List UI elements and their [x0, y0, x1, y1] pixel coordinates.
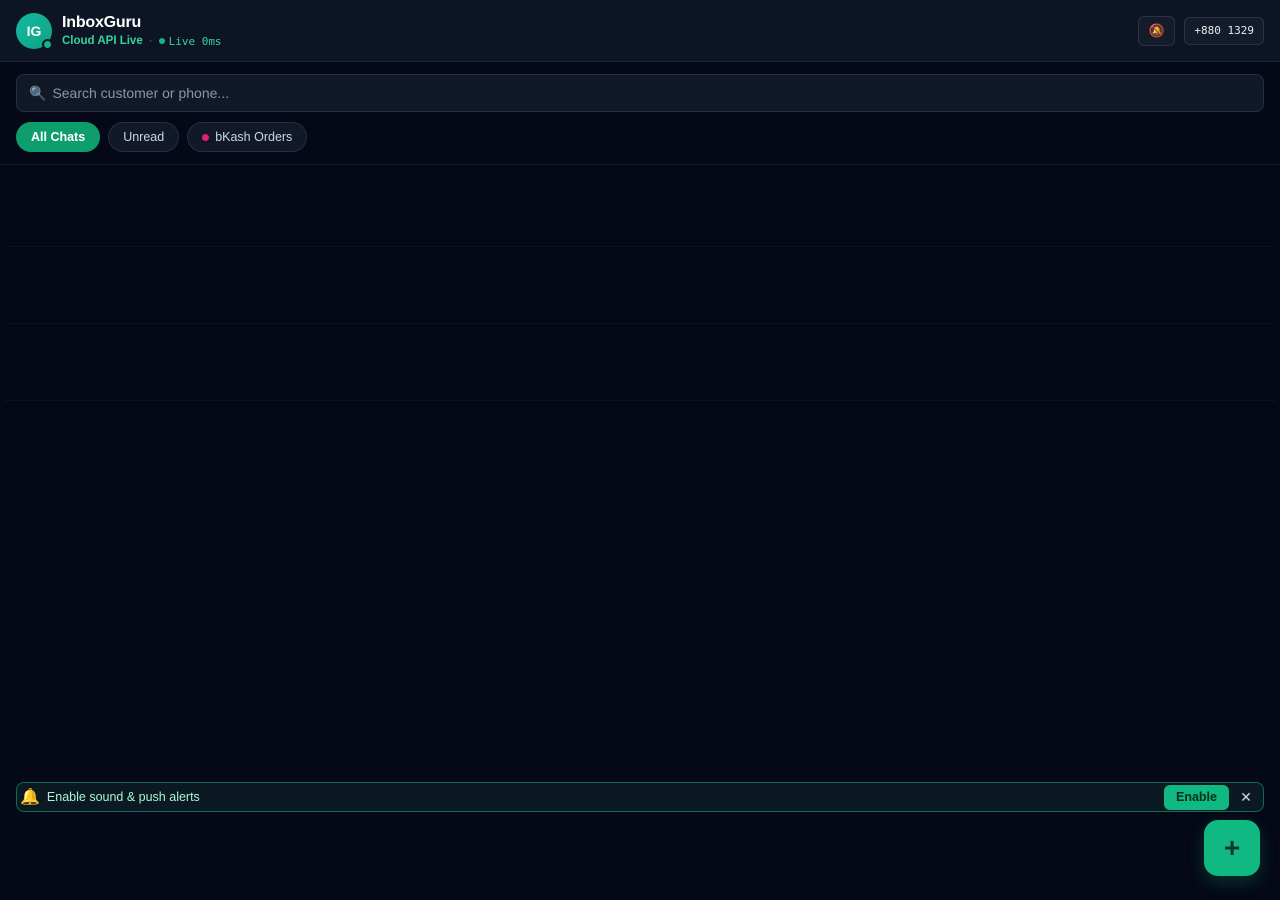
bell-slash-icon: 🔕 [1148, 22, 1165, 38]
bell-icon: 🔔 [20, 789, 40, 806]
filter-bkash-orders[interactable]: bKash Orders [187, 122, 308, 152]
live-status-text: Live 0ms [168, 34, 222, 48]
api-status: Cloud API Live [62, 35, 143, 47]
new-chat-button[interactable]: + [1204, 820, 1260, 876]
search-input[interactable] [52, 85, 1251, 101]
online-indicator [42, 38, 53, 50]
app-name: InboxGuru [62, 13, 142, 31]
close-icon[interactable]: ✕ [1235, 786, 1257, 808]
avatar[interactable]: IG [16, 12, 53, 50]
chat-toolbar: 🔍 All Chats Unread bKash Orders [0, 62, 1280, 165]
live-status: Live 0ms [158, 34, 222, 48]
filter-chips: All Chats Unread bKash Orders [16, 122, 1264, 152]
status-separator: · [148, 35, 153, 47]
header-actions: 🔕 +880 1329 [1138, 15, 1264, 46]
chat-row-placeholder [4, 247, 1276, 324]
chat-row-placeholder [4, 324, 1276, 401]
notification-text: Enable sound & push alerts [46, 790, 200, 804]
filter-label: All Chats [31, 130, 86, 144]
app-root: IG InboxGuru Cloud API Live · Live 0ms 🔕 [0, 0, 1280, 900]
filter-label: Unread [123, 130, 165, 144]
brand-text: InboxGuru Cloud API Live · Live 0ms [62, 14, 222, 48]
filter-label: bKash Orders [215, 130, 293, 144]
app-header: IG InboxGuru Cloud API Live · Live 0ms 🔕 [0, 0, 1280, 62]
enable-alerts-button[interactable]: Enable [1164, 784, 1229, 810]
search-icon: 🔍 [29, 84, 47, 101]
mute-button[interactable]: 🔕 [1138, 15, 1176, 46]
phone-number: +880 1329 [1194, 24, 1254, 37]
filter-unread[interactable]: Unread [108, 122, 180, 152]
brand: IG InboxGuru Cloud API Live · Live 0ms [16, 12, 222, 50]
phone-number-chip[interactable]: +880 1329 [1184, 16, 1264, 45]
plus-icon: + [1223, 832, 1241, 863]
live-dot [158, 38, 165, 44]
bkash-tag-dot [202, 133, 210, 141]
search-bar: 🔍 [16, 74, 1264, 112]
avatar-initials: IG [26, 22, 42, 39]
filter-all-chats[interactable]: All Chats [16, 122, 101, 152]
notification-banner: 🔔 Enable sound & push alerts Enable ✕ [16, 782, 1264, 812]
status-line: Cloud API Live · Live 0ms [62, 35, 222, 48]
chat-row-placeholder [4, 165, 1276, 247]
chat-list [0, 165, 1280, 401]
